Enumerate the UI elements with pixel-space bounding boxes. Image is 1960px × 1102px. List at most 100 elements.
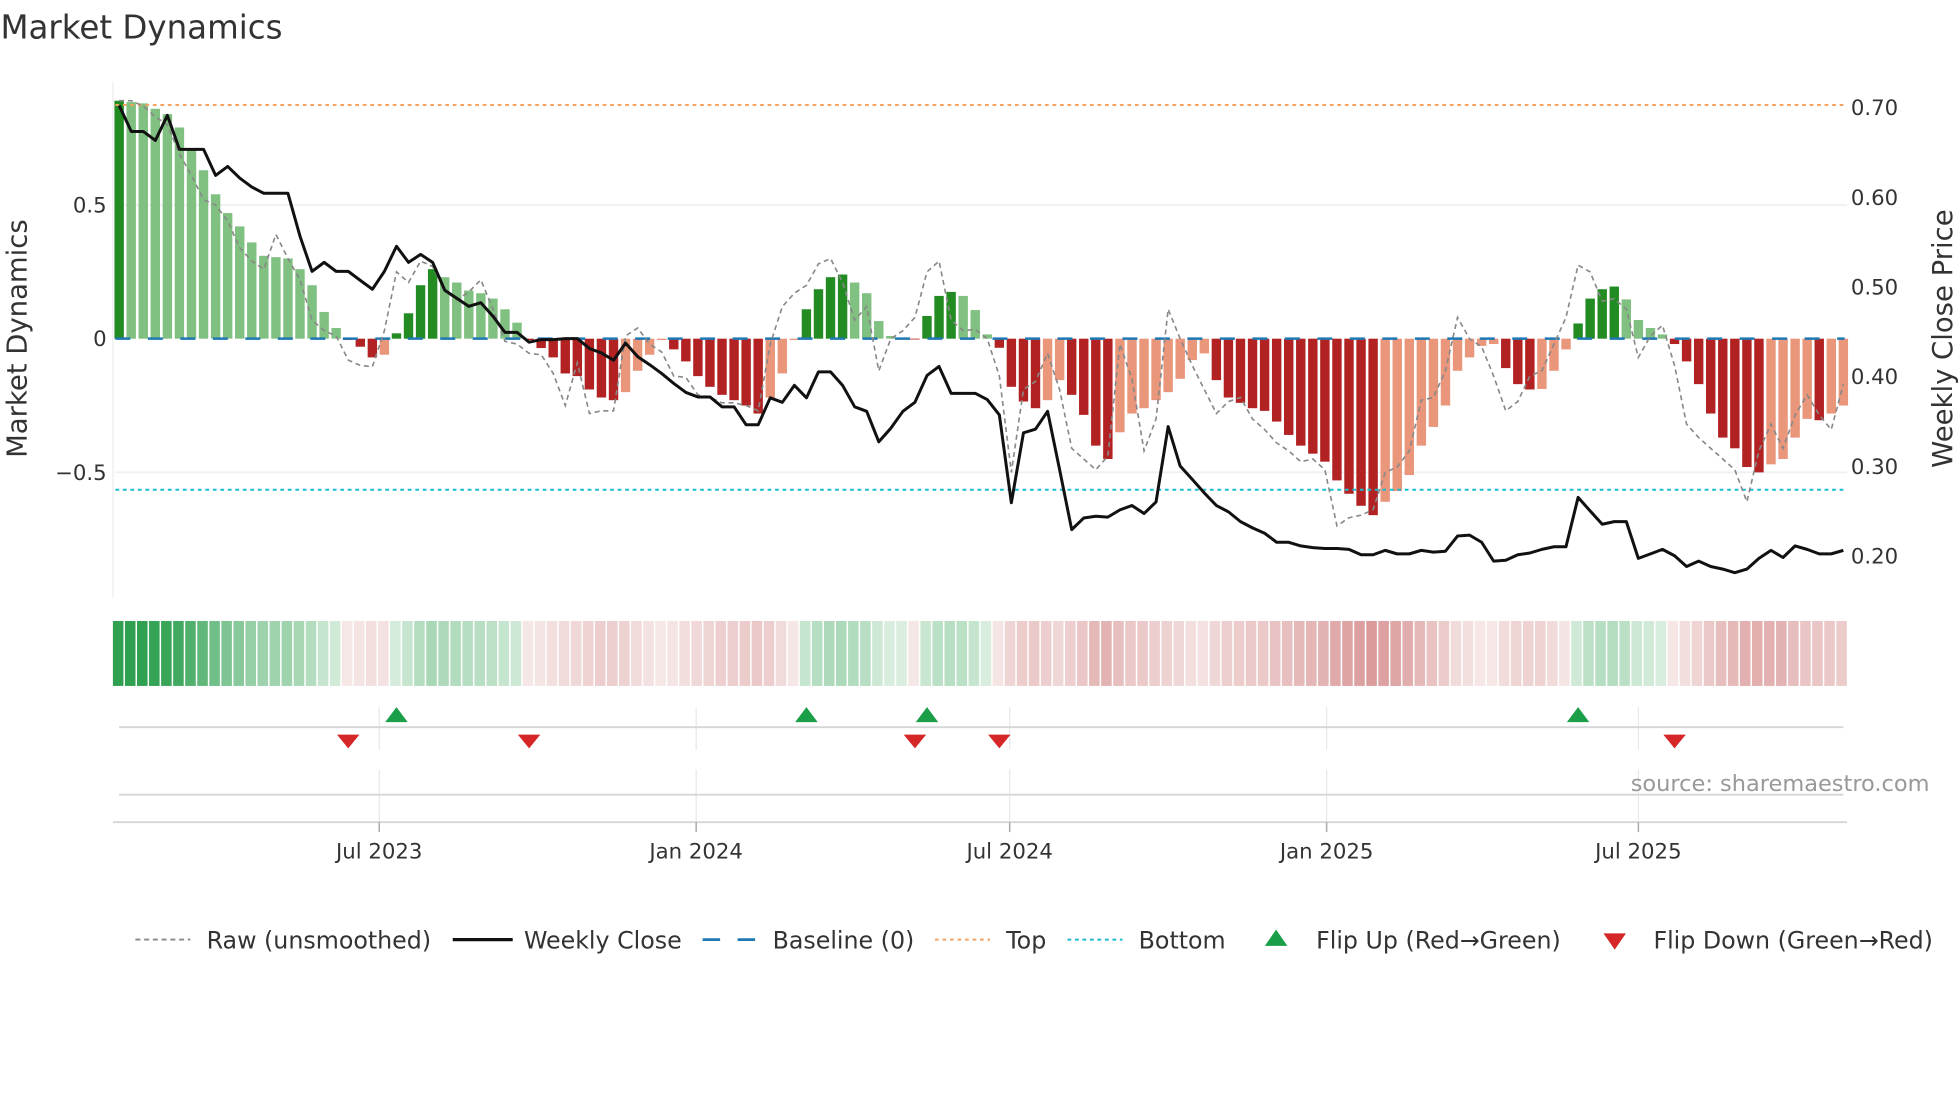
- strip-cell: [510, 620, 522, 686]
- strip-cell: [1619, 620, 1630, 686]
- dynamics-bar: [1103, 338, 1113, 460]
- strip-cell: [161, 620, 172, 686]
- dynamics-bar: [753, 338, 763, 414]
- strip-cell: [1040, 620, 1052, 686]
- dynamics-bar: [1464, 338, 1475, 358]
- date-gridlines: [378, 707, 1640, 823]
- strip-cell: [124, 620, 136, 686]
- dynamics-bar: [1380, 338, 1390, 502]
- dynamics-bar: [1440, 338, 1451, 406]
- flip-up-marker: [385, 707, 408, 723]
- strip-cell: [1836, 620, 1847, 686]
- left-tick-label: 0.5: [73, 194, 107, 219]
- dynamics-bar: [1766, 338, 1776, 465]
- strip-cell: [1016, 620, 1028, 686]
- source-label: source: sharemaestro.com: [1631, 771, 1930, 797]
- strip-cell: [426, 620, 437, 686]
- right-tick-label: 0.60: [1851, 186, 1898, 211]
- right-tick-label: 0.70: [1851, 96, 1898, 121]
- strip-cell: [1655, 620, 1667, 686]
- strip-cell: [1510, 620, 1522, 686]
- legend-close-label: Weekly Close: [524, 926, 682, 954]
- strip-cell: [1390, 620, 1401, 686]
- strip-cell: [691, 620, 702, 686]
- strip-cell: [149, 620, 160, 686]
- flip-up-marker: [795, 707, 818, 723]
- dynamics-bar: [415, 285, 426, 339]
- strip-cell: [378, 620, 389, 686]
- strip-cell: [1776, 620, 1787, 686]
- dynamics-bar: [476, 293, 486, 339]
- strip-cell: [1281, 620, 1293, 686]
- legend-item-raw: Raw (unsmoothed): [135, 926, 431, 954]
- strip-cell: [233, 620, 244, 686]
- flip-up-marker: [1566, 707, 1590, 723]
- dynamics-bar: [1320, 338, 1330, 462]
- dynamics-bar: [1066, 338, 1077, 395]
- strip-cell: [1269, 620, 1281, 686]
- strip-cell: [643, 620, 654, 686]
- strip-cell: [438, 620, 449, 686]
- flip-up-marker: [915, 707, 939, 723]
- strip-cell: [281, 620, 293, 686]
- dynamics-bar: [1633, 319, 1644, 339]
- legend-raw-label: Raw (unsmoothed): [207, 926, 431, 954]
- dynamics-bar: [1211, 338, 1222, 381]
- x-tick-label: Jul 2023: [334, 839, 422, 864]
- dynamics-bar: [1693, 338, 1704, 385]
- strip-cell: [498, 620, 510, 686]
- strip-cell: [679, 620, 690, 686]
- strip-cell: [655, 620, 666, 686]
- dynamics-bar: [705, 338, 715, 387]
- strip-cell: [703, 620, 714, 686]
- strip-cell: [1149, 620, 1160, 686]
- strip-cell: [1595, 620, 1606, 686]
- strip-cell: [715, 620, 727, 686]
- legend-item-bottom: Bottom: [1067, 926, 1226, 954]
- x-tick-label: Jul 2025: [1593, 839, 1681, 864]
- dynamics-bar: [1344, 338, 1354, 494]
- strip-cell: [1679, 620, 1691, 686]
- dynamics-bar: [1079, 338, 1089, 415]
- strip-cell: [341, 620, 353, 686]
- dynamics-bar: [1259, 338, 1270, 411]
- strip-cell: [474, 620, 486, 686]
- strip-cell: [1522, 620, 1534, 686]
- right-tick-label: 0.20: [1851, 545, 1898, 570]
- strip-cell: [1763, 620, 1775, 686]
- strip-cell: [390, 620, 401, 686]
- strip-cell: [1450, 620, 1462, 686]
- dynamics-bar: [1091, 338, 1101, 446]
- dynamics-bar: [741, 338, 751, 406]
- strip-cell: [1137, 620, 1148, 686]
- dynamics-bar: [825, 277, 836, 339]
- dynamics-bar: [813, 289, 824, 339]
- dynamics-bar: [729, 338, 739, 401]
- dynamics-bar: [210, 194, 221, 339]
- strip-cell: [1233, 620, 1245, 686]
- strip-cell: [1293, 620, 1305, 686]
- strip-cell: [667, 620, 678, 686]
- dynamics-bar: [1054, 338, 1065, 381]
- dynamics-bar: [452, 282, 462, 339]
- strip-cell: [1378, 620, 1389, 686]
- strip-cell: [1330, 620, 1341, 686]
- flip-down-icon: [1603, 933, 1626, 950]
- strip-cell: [534, 620, 546, 686]
- strip-cell: [1125, 620, 1136, 686]
- strip-cell: [1173, 620, 1185, 686]
- legend-flip-down-label: Flip Down (Green→Red): [1653, 926, 1932, 954]
- strip-cell: [185, 620, 196, 686]
- legend-bottom-label: Bottom: [1139, 926, 1226, 954]
- strip-cell: [980, 620, 992, 686]
- flip-down-marker: [1663, 734, 1686, 749]
- strip-cell: [1426, 620, 1438, 686]
- dynamics-bar: [572, 338, 583, 377]
- strip-cell: [763, 620, 775, 686]
- x-tick-label: Jul 2024: [964, 839, 1052, 864]
- strip-cell: [1077, 620, 1088, 686]
- dynamics-bar: [1742, 338, 1752, 468]
- dynamics-bar: [801, 309, 812, 339]
- dynamics-bar: [162, 114, 173, 339]
- dynamics-bar: [174, 127, 185, 339]
